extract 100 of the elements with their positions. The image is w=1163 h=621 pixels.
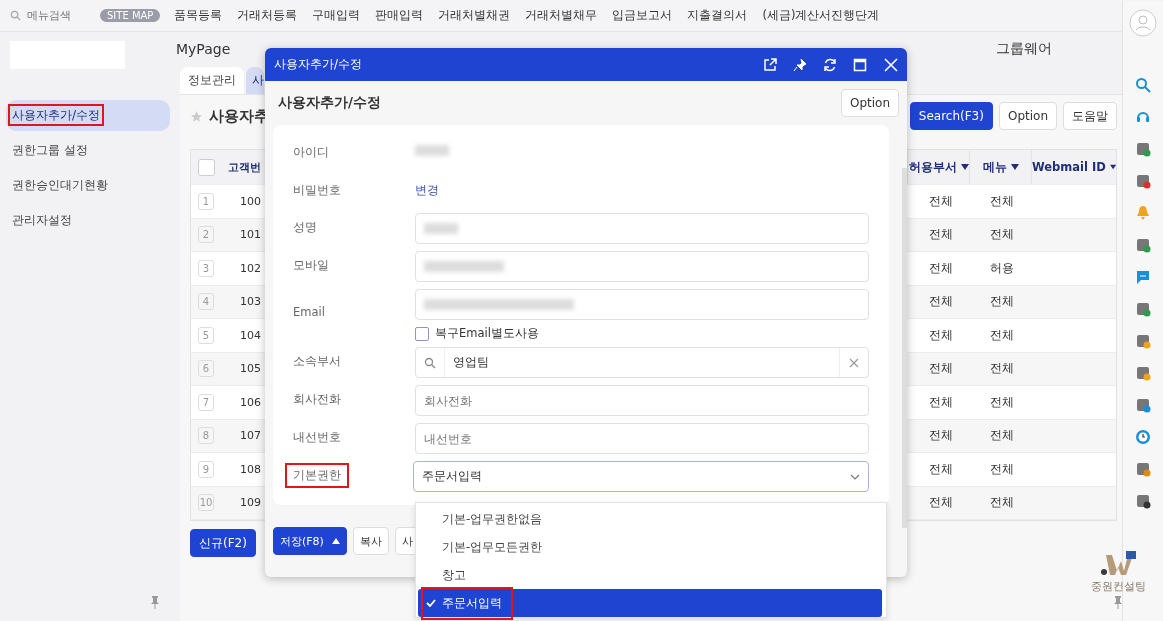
table-cell-text: 전체 (927, 393, 954, 411)
table-cell-text: 전체 (927, 259, 954, 277)
top-menu-link[interactable]: 입금보고서 (612, 8, 673, 23)
table-cell-text: 전체 (988, 192, 1015, 210)
sidebar-item[interactable]: 권한승인대기현황 (6, 170, 170, 201)
toolbar-button[interactable]: Search(F3) (909, 102, 993, 130)
sort-icon[interactable] (960, 164, 969, 170)
table-cell-text: 102 (239, 261, 261, 275)
search-icon (10, 10, 21, 21)
footer-button[interactable]: 복사 (352, 527, 389, 555)
top-menu-link[interactable]: 판매입력 (375, 8, 424, 23)
change-password-link[interactable]: 변경 (415, 182, 439, 197)
toolbar-button[interactable]: 도움말 (1063, 102, 1117, 130)
field-label: 기본권한 (287, 465, 347, 486)
redacted-value (415, 145, 449, 156)
field-label: 모바일 (293, 257, 330, 273)
table-cell-text: 허용 (988, 259, 1015, 277)
chat-icon[interactable] (1135, 269, 1151, 285)
top-menu-link[interactable]: 거래처별채권 (438, 8, 511, 23)
table-cell-text: 전체 (988, 427, 1015, 445)
search-icon (424, 356, 436, 369)
table-cell-text: 전체 (927, 460, 954, 478)
clock-icon[interactable] (1135, 429, 1151, 445)
table-cell-text: 100 (239, 194, 261, 208)
table-cell-text: 전체 (988, 293, 1015, 311)
logo-drawing (1100, 551, 1136, 577)
maximize-icon[interactable] (853, 57, 867, 72)
brand-name: 중원컨설팅 (1090, 579, 1146, 594)
footer-button[interactable]: 저장(F8) (273, 527, 347, 555)
table-cell-text: 전체 (927, 293, 954, 311)
dialog-heading: 사용자추가/수정 (278, 94, 381, 112)
sort-icon[interactable] (1109, 164, 1116, 170)
field-label: Email (293, 304, 326, 319)
top-menu-link[interactable]: 품목등록 (174, 8, 223, 23)
menu-search-field[interactable]: 메뉴검색 (10, 8, 90, 23)
caret-icon (331, 538, 340, 544)
pin-icon[interactable] (793, 57, 807, 72)
top-menu-link[interactable]: 거래처등록 (237, 8, 298, 23)
input-field[interactable] (415, 213, 869, 244)
email-field[interactable] (415, 289, 869, 320)
field-label: 내선번호 (293, 429, 342, 445)
table-cell-text: 103 (239, 295, 261, 309)
sidebar-item[interactable]: 관리자설정 (6, 205, 170, 236)
option-button[interactable]: Option (840, 89, 899, 117)
input-field[interactable]: 내선번호 (415, 423, 869, 454)
check-icon (426, 599, 436, 607)
table-cell-text: 107 (239, 429, 261, 443)
dropdown-option[interactable]: 기본-업무권한없음 (418, 505, 882, 533)
nav-link[interactable]: 그룹웨어 (996, 40, 1052, 58)
sidebar-item[interactable]: 사용자추가/수정 (6, 100, 170, 131)
select-all-checkbox[interactable] (197, 158, 215, 176)
checkbox-label: 복구Email별도사용 (435, 326, 539, 341)
table-cell-text: 전체 (927, 360, 954, 378)
table-cell-text: 109 (239, 496, 261, 510)
column-header[interactable]: Webmail ID (1031, 150, 1116, 184)
checkbox[interactable] (415, 326, 429, 341)
table-cell-text: 전체 (988, 494, 1015, 512)
field-label: 소속부서 (293, 353, 342, 369)
column-header[interactable]: 메뉴 (969, 150, 1031, 184)
toolbar-button[interactable]: Option (998, 102, 1057, 130)
field-label: 아이디 (293, 144, 330, 160)
star-icon[interactable] (190, 109, 203, 123)
permission-select[interactable]: 주문서입력 (413, 461, 869, 492)
headset-icon[interactable] (1135, 109, 1151, 125)
dropdown-option[interactable]: 기본-업무모든권한 (418, 533, 882, 561)
table-cell-text: 전체 (927, 192, 954, 210)
department-search-field[interactable]: 영업팀 (415, 347, 869, 378)
table-cell-text: 전체 (927, 427, 954, 445)
field-label: 비밀번호 (293, 182, 342, 198)
column-header[interactable]: 고객번 (221, 159, 261, 175)
tab[interactable]: 사 (246, 67, 264, 94)
top-menu-link[interactable]: (세금)계산서진행단계 (762, 8, 880, 23)
top-menu-link[interactable]: 지출결의서 (687, 8, 748, 23)
clear-icon[interactable] (849, 357, 859, 368)
table-cell-text: 전체 (988, 226, 1015, 244)
table-cell-text: 전체 (988, 393, 1015, 411)
page-title: 사용자추 (209, 106, 269, 126)
refresh-icon[interactable] (823, 57, 837, 72)
top-menu-link[interactable]: 거래처별채무 (525, 8, 598, 23)
dropdown-option[interactable]: 창고 (418, 561, 882, 589)
input-field[interactable]: 회사전화 (415, 385, 869, 416)
table-cell-text: 전체 (988, 460, 1015, 478)
sort-icon[interactable] (1010, 164, 1019, 170)
table-cell-text: 전체 (927, 226, 954, 244)
dialog-title: 사용자추가/수정 (274, 56, 363, 73)
tab[interactable]: 정보관리 (180, 67, 244, 94)
input-field[interactable] (415, 251, 869, 282)
dropdown-option[interactable]: 주문서입력 (418, 589, 882, 617)
table-cell-text: 101 (239, 228, 261, 242)
new-button[interactable]: 신규(F2) (190, 529, 256, 557)
top-menu-link[interactable]: 구매입력 (312, 8, 361, 23)
search-icon[interactable] (1135, 77, 1151, 93)
external-link-icon[interactable] (763, 57, 777, 72)
table-cell-text: 108 (239, 462, 261, 476)
nav-link[interactable]: MyPage (176, 41, 231, 57)
close-icon[interactable] (883, 56, 899, 73)
field-label: 성명 (293, 219, 318, 235)
table-cell-text: 전체 (927, 326, 954, 344)
field-label: 회사전화 (293, 391, 342, 407)
sidebar-item[interactable]: 권한그룹 설정 (6, 135, 170, 166)
